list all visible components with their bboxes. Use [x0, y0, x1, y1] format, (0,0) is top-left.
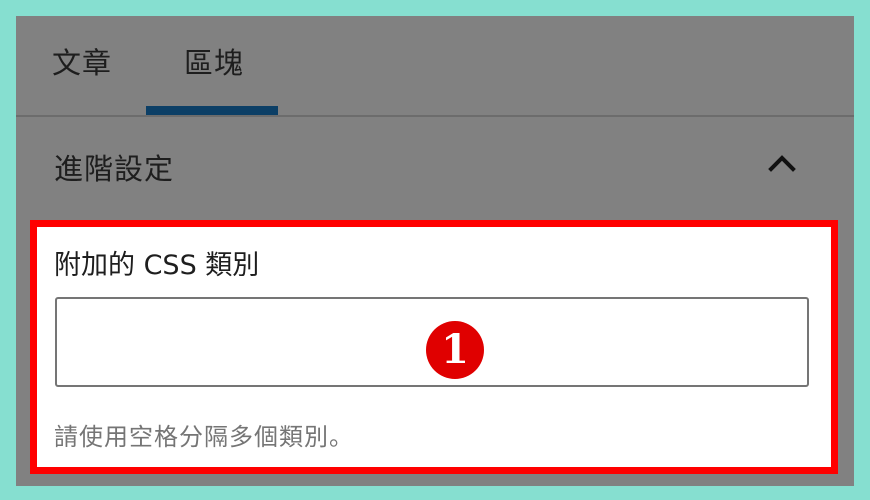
annotation-marker: 1 [426, 321, 484, 379]
tab-block[interactable]: 區塊 [184, 40, 244, 82]
css-class-label: 附加的 CSS 類別 [54, 250, 260, 281]
active-tab-indicator [146, 106, 278, 115]
advanced-section-title[interactable]: 進階設定 [54, 146, 174, 188]
css-class-field-highlight: 附加的 CSS 類別 1 請使用空格分隔多個類別。 [30, 220, 838, 474]
tab-post[interactable]: 文章 [52, 40, 112, 82]
chevron-up-icon[interactable] [768, 153, 796, 173]
css-class-help-text: 請使用空格分隔多個類別。 [54, 423, 354, 451]
sidebar-tabs: 文章 區塊 [16, 16, 854, 117]
